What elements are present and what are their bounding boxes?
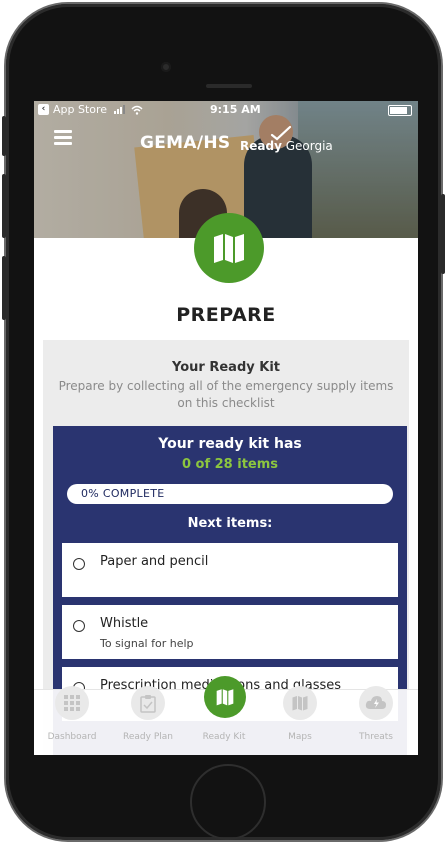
- map-icon: [292, 696, 308, 711]
- progress-bar: 0% COMPLETE: [67, 484, 393, 504]
- georgia-word: Georgia: [285, 139, 333, 153]
- volume-down-button: [2, 256, 6, 320]
- clock: 9:15 AM: [210, 103, 261, 116]
- card-subtitle: Prepare by collecting all of the emergen…: [58, 379, 394, 410]
- prepare-badge: [194, 213, 264, 283]
- clipboard-check-icon: [140, 694, 156, 713]
- ready-georgia-logo: Ready Georgia: [240, 139, 333, 153]
- app-screen: ‹ App Store 9:15 AM GEMA/HS Ready Georgi…: [34, 101, 418, 755]
- tab-ready-plan[interactable]: Ready Plan: [110, 686, 186, 755]
- checkbox-circle[interactable]: [73, 620, 85, 632]
- tab-label: Ready Kit: [202, 732, 246, 742]
- page-title: PREPARE: [176, 304, 276, 326]
- grid-icon: [64, 695, 80, 711]
- volume-up-button: [2, 174, 6, 238]
- map-icon: [214, 234, 244, 263]
- bottom-tab-bar: Dashboard Ready Plan Ready Kit Maps Thre…: [34, 676, 418, 755]
- status-bar: ‹ App Store 9:15 AM: [34, 101, 418, 119]
- item-label: Whistle: [100, 616, 149, 631]
- tab-dashboard[interactable]: Dashboard: [34, 686, 110, 755]
- next-items-heading: Next items:: [187, 516, 273, 531]
- battery-icon: [388, 105, 412, 116]
- tab-threats[interactable]: Threats: [338, 686, 414, 755]
- front-camera: [161, 62, 171, 72]
- tab-label: Maps: [288, 732, 312, 742]
- kit-heading: Your ready kit has: [158, 436, 302, 452]
- checklist-item[interactable]: Paper and pencil: [62, 543, 398, 597]
- kit-item-count: 0 of 28 items: [181, 457, 279, 472]
- back-to-app-label[interactable]: App Store: [53, 103, 107, 116]
- signal-icon: [114, 105, 126, 114]
- earpiece-speaker: [206, 84, 252, 88]
- home-button[interactable]: [190, 764, 266, 840]
- tab-label: Ready Plan: [123, 732, 173, 742]
- tab-maps[interactable]: Maps: [262, 686, 338, 755]
- tab-label: Threats: [359, 732, 393, 742]
- tab-ready-kit[interactable]: Ready Kit: [186, 676, 262, 755]
- mute-switch: [2, 116, 6, 156]
- progress-label: 0% COMPLETE: [81, 487, 165, 500]
- gemahs-logo-text: GEMA/HS: [140, 133, 231, 153]
- wifi-icon: [131, 105, 143, 115]
- checkbox-circle[interactable]: [73, 558, 85, 570]
- item-label: Paper and pencil: [100, 554, 209, 569]
- hamburger-menu-icon[interactable]: [54, 130, 72, 145]
- power-button: [441, 194, 445, 274]
- item-description: To signal for help: [100, 637, 194, 650]
- storm-cloud-icon: [365, 696, 386, 709]
- checklist-item[interactable]: Whistle To signal for help: [62, 605, 398, 659]
- card-title: Your Ready Kit: [172, 360, 280, 375]
- ready-word: Ready: [240, 139, 282, 153]
- tab-label: Dashboard: [47, 732, 97, 742]
- back-arrow-icon[interactable]: ‹: [38, 104, 49, 115]
- map-icon: [216, 689, 234, 706]
